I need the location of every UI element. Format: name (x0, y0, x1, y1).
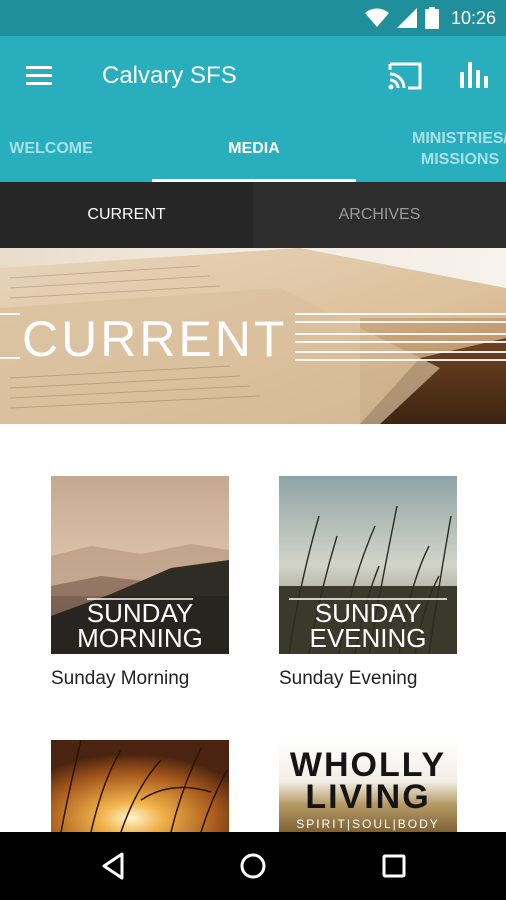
battery-icon (424, 7, 439, 29)
tab-welcome[interactable]: WELCOME (0, 116, 102, 182)
home-icon[interactable] (233, 846, 273, 886)
sub-tabs: CURRENT ARCHIVES (0, 182, 506, 248)
media-item-sunday-morning[interactable]: SUNDAY MORNING Sunday Morning (51, 476, 229, 689)
menu-icon[interactable] (22, 60, 58, 92)
tab-ministries-line2: MISSIONS (420, 151, 500, 168)
media-item-label: Sunday Morning (51, 668, 190, 689)
banner-image: CURRENT (0, 248, 506, 424)
cast-icon[interactable] (386, 58, 424, 94)
app-title: Calvary SFS (102, 62, 237, 89)
status-time: 10:26 (450, 7, 496, 28)
cellular-signal-icon (396, 8, 417, 28)
back-icon[interactable] (94, 846, 134, 886)
media-item-label: Sunday Evening (279, 668, 418, 689)
navigation-bar (0, 832, 506, 900)
tab-media[interactable]: MEDIA (152, 116, 356, 182)
media-item-sunday-evening[interactable]: SUNDAY EVENING Sunday Evening (279, 476, 457, 689)
subtab-current[interactable]: CURRENT (0, 182, 253, 248)
sunday-evening-art-line2: EVENING (309, 623, 426, 653)
main-tabs: WELCOME MEDIA MINISTRIES/ MISSIONS (0, 116, 506, 182)
status-icons: 10:26 (364, 0, 496, 36)
app-bar: Calvary SFS (0, 36, 506, 116)
subtab-archives[interactable]: ARCHIVES (253, 182, 506, 248)
sunday-morning-art-line2: MORNING (77, 623, 203, 653)
wholly-living-art-line2: LIVING (305, 778, 430, 816)
status-bar: 10:26 (0, 0, 506, 36)
banner-title: CURRENT (22, 311, 287, 367)
wholly-living-art-line3: SPIRIT|SOUL|BODY (296, 817, 440, 831)
sunday-morning-thumbnail: SUNDAY MORNING (51, 476, 229, 654)
stats-icon[interactable] (454, 58, 492, 94)
current-banner: CURRENT (0, 248, 506, 424)
recents-icon[interactable] (374, 846, 414, 886)
tab-ministries-missions[interactable]: MINISTRIES/ MISSIONS (400, 116, 506, 182)
tab-ministries-line1: MINISTRIES/ (411, 130, 506, 147)
sunday-evening-thumbnail: SUNDAY EVENING (279, 476, 457, 654)
wifi-icon (364, 8, 389, 27)
